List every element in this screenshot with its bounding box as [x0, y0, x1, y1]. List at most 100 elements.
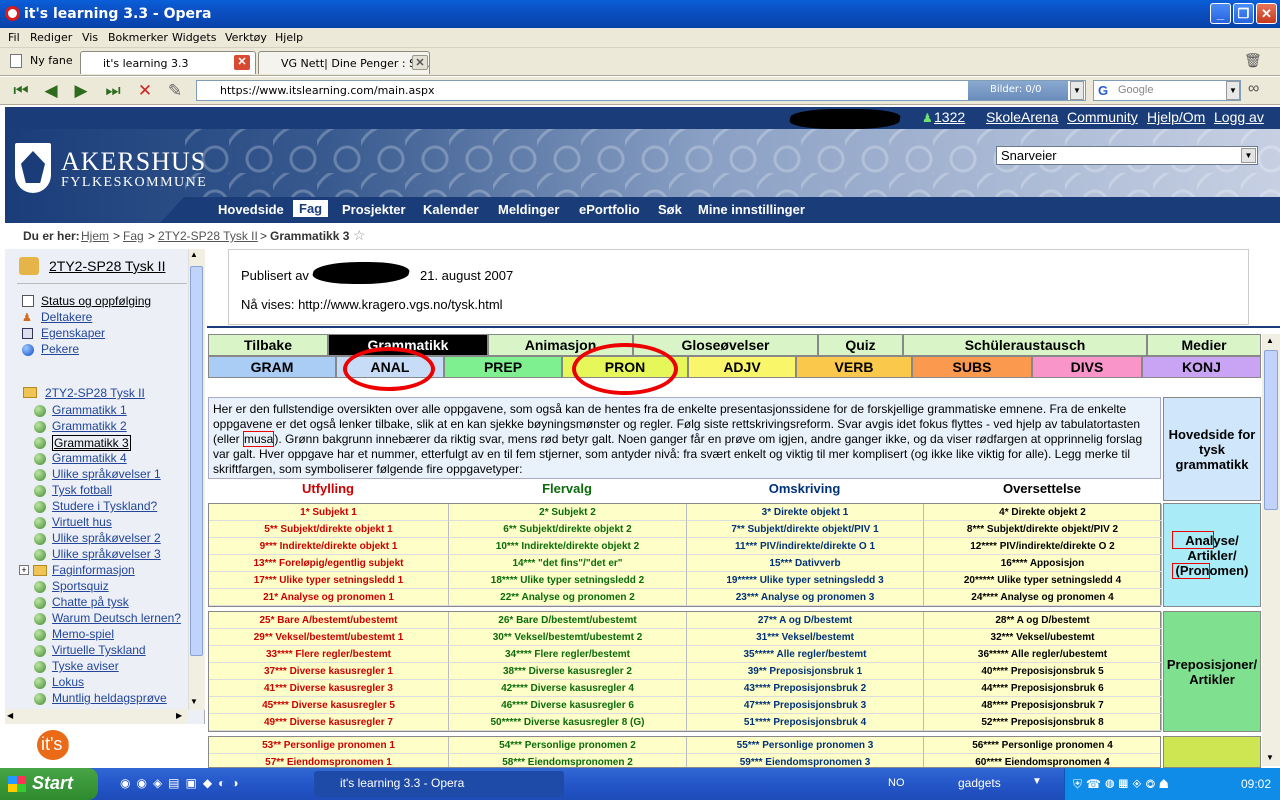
exercise-link[interactable]: 17*** Ulike typer setningsledd 1 [209, 572, 449, 589]
hjelp-link[interactable]: Hjelp/Om [1147, 109, 1205, 125]
taskbar-opera[interactable]: it's learning 3.3 - Opera [314, 771, 564, 797]
search-input[interactable]: Google [1093, 80, 1241, 101]
rewind-icon[interactable]: ⏮ [10, 80, 32, 102]
exercise-link[interactable]: 8*** Subjekt/direkte objekt/PIV 2 [924, 521, 1162, 538]
course-title[interactable]: 2TY2-SP28 Tysk II [49, 258, 165, 274]
skolearena-link[interactable]: SkoleArena [986, 109, 1058, 125]
nav-eportfolio[interactable]: ePortfolio [579, 202, 640, 217]
sidebar-item[interactable]: Chatte på tysk [52, 595, 129, 609]
exercise-link[interactable]: 19***** Ulike typer setningsledd 3 [687, 572, 924, 589]
back-icon[interactable]: ◀ [40, 80, 62, 102]
tab-medier[interactable]: Medier [1147, 334, 1261, 356]
exercise-link[interactable]: 51**** Preposisjonsbruk 4 [687, 714, 924, 731]
exercise-link[interactable]: 9*** Indirekte/direkte objekt 1 [209, 538, 449, 555]
exercise-link[interactable]: 29** Veksel/bestemt/ubestemt 1 [209, 629, 449, 646]
online-count-link[interactable]: 1322 [934, 109, 965, 125]
exercise-link[interactable]: 16**** Apposisjon [924, 555, 1162, 572]
nav-sok[interactable]: Søk [658, 202, 682, 217]
content-scroll-thumb[interactable] [1264, 350, 1278, 510]
gadgets-toolbar[interactable]: gadgets [958, 776, 1001, 790]
exercise-link[interactable]: 6** Subjekt/direkte objekt 2 [449, 521, 687, 538]
community-link[interactable]: Community [1067, 109, 1138, 125]
minimize-button[interactable]: _ [1210, 3, 1231, 24]
menu-verktoy[interactable]: Verktøy [225, 31, 267, 44]
scroll-up-icon[interactable]: ▲ [190, 250, 198, 259]
exercise-link[interactable]: 50***** Diverse kasusregler 8 (G) [449, 714, 687, 731]
sidebar-item[interactable]: Muntlig heldagsprøve [52, 691, 167, 705]
exercise-link[interactable]: 42**** Diverse kasusregler 4 [449, 680, 687, 697]
edit-icon[interactable]: ✎ [164, 80, 186, 102]
sidebar-item[interactable]: Grammatikk 2 [52, 419, 127, 433]
language-indicator[interactable]: NO [888, 777, 905, 789]
exercise-link[interactable]: 53** Personlige pronomen 1 [209, 737, 449, 754]
forward-icon[interactable]: ▶ [70, 80, 92, 102]
exercise-link[interactable]: 7** Subjekt/direkte objekt/PIV 1 [687, 521, 924, 538]
exercise-link[interactable]: 37*** Diverse kasusregler 1 [209, 663, 449, 680]
exercise-link[interactable]: 18**** Ulike typer setningsledd 2 [449, 572, 687, 589]
new-tab-button[interactable]: Ny fane [30, 54, 73, 67]
exercise-link[interactable]: 1* Subjekt 1 [209, 504, 449, 521]
sidebar-item[interactable]: Grammatikk 1 [52, 403, 127, 417]
images-counter[interactable]: Bilder: 0/0 [968, 81, 1068, 100]
close-tab-icon[interactable]: ✕ [234, 55, 250, 70]
exercise-link[interactable]: 48**** Preposisjonsbruk 7 [924, 697, 1162, 714]
exercise-link[interactable]: 54*** Personlige pronomen 2 [449, 737, 687, 754]
tab-vg-nett[interactable]: VG Nett| Dine Penger : Sl... [258, 51, 430, 74]
sidebar-scroll-thumb[interactable] [190, 266, 203, 656]
chevron-down-icon[interactable]: ▼ [1032, 776, 1042, 787]
exercise-link[interactable]: 47**** Preposisjonsbruk 3 [687, 697, 924, 714]
tab-tilbake[interactable]: Tilbake [208, 334, 328, 356]
breadcrumb-fag[interactable]: Fag [123, 229, 144, 243]
exercise-link[interactable]: 44**** Preposisjonsbruk 6 [924, 680, 1162, 697]
tab-quiz[interactable]: Quiz [818, 334, 903, 356]
exercise-link[interactable]: 58*** Eiendomspronomen 2 [449, 754, 687, 767]
maximize-button[interactable]: ❐ [1233, 3, 1254, 24]
exercise-link[interactable]: 46**** Diverse kasusregler 6 [449, 697, 687, 714]
binoculars-icon[interactable]: ∞ [1248, 80, 1259, 98]
tray-icons[interactable]: ⛨☎◍▦◈◎☗ [1073, 777, 1172, 792]
scroll-up-icon[interactable]: ▲ [1266, 336, 1274, 345]
sidebar-item[interactable]: Grammatikk 3 [52, 435, 131, 451]
sidebar-item[interactable]: Studere i Tyskland? [52, 499, 157, 513]
expand-icon[interactable]: + [19, 565, 29, 575]
exercise-link[interactable]: 57** Eiendomspronomen 1 [209, 754, 449, 767]
exercise-link[interactable]: 22** Analyse og pronomen 2 [449, 589, 687, 606]
menu-bokmerker[interactable]: Bokmerker [108, 31, 168, 44]
logout-link[interactable]: Logg av [1214, 109, 1264, 125]
sidebar-item[interactable]: Ulike språkøvelser 3 [52, 547, 161, 561]
exercise-link[interactable]: 60**** Eiendomspronomen 4 [924, 754, 1160, 767]
scroll-down-icon[interactable]: ▼ [1266, 753, 1274, 762]
exercise-link[interactable]: 33**** Flere regler/bestemt [209, 646, 449, 663]
sidebar-link-status[interactable]: Status og oppfølging [41, 294, 151, 308]
scroll-down-icon[interactable]: ▼ [190, 697, 198, 706]
close-button[interactable]: ✕ [1256, 3, 1277, 24]
exercise-link[interactable]: 52**** Preposisjonsbruk 8 [924, 714, 1162, 731]
exercise-link[interactable]: 39** Preposisjonsbruk 1 [687, 663, 924, 680]
chevron-down-icon[interactable]: ▼ [1226, 81, 1240, 100]
sidebar-link-egenskaper[interactable]: Egenskaper [41, 326, 105, 340]
trash-icon[interactable]: 🗑 [1244, 52, 1262, 68]
sidebar-item[interactable]: Tysk fotball [52, 483, 112, 497]
exercise-link[interactable]: 49*** Diverse kasusregler 7 [209, 714, 449, 731]
nav-mine-innstillinger[interactable]: Mine innstillinger [698, 202, 805, 217]
menu-hjelp[interactable]: Hjelp [275, 31, 303, 44]
cat-subs[interactable]: SUBS [912, 356, 1032, 378]
exercise-link[interactable]: 30** Veksel/bestemt/ubestemt 2 [449, 629, 687, 646]
nav-meldinger[interactable]: Meldinger [498, 202, 559, 217]
exercise-link[interactable]: 25* Bare A/bestemt/ubestemt [209, 612, 449, 629]
exercise-link[interactable]: 4* Direkte objekt 2 [924, 504, 1162, 521]
nav-prosjekter[interactable]: Prosjekter [342, 202, 406, 217]
exercise-link[interactable]: 28** A og D/bestemt [924, 612, 1162, 629]
cat-divs[interactable]: DIVS [1032, 356, 1142, 378]
exercise-link[interactable]: 2* Subjekt 2 [449, 504, 687, 521]
exercise-link[interactable]: 24**** Analyse og pronomen 4 [924, 589, 1162, 606]
sidebar-item[interactable]: Virtuelle Tyskland [52, 643, 146, 657]
exercise-link[interactable]: 20***** Ulike typer setningsledd 4 [924, 572, 1162, 589]
nav-kalender[interactable]: Kalender [423, 202, 479, 217]
shortcuts-select[interactable]: Snarveier ▼ [996, 146, 1258, 165]
exercise-link[interactable]: 21* Analyse og pronomen 1 [209, 589, 449, 606]
sidebar-item[interactable]: Lokus [52, 675, 84, 689]
sidebar-item[interactable]: Grammatikk 4 [52, 451, 127, 465]
scroll-right-icon[interactable]: ▶ [176, 711, 182, 720]
cat-prep[interactable]: PREP [444, 356, 562, 378]
